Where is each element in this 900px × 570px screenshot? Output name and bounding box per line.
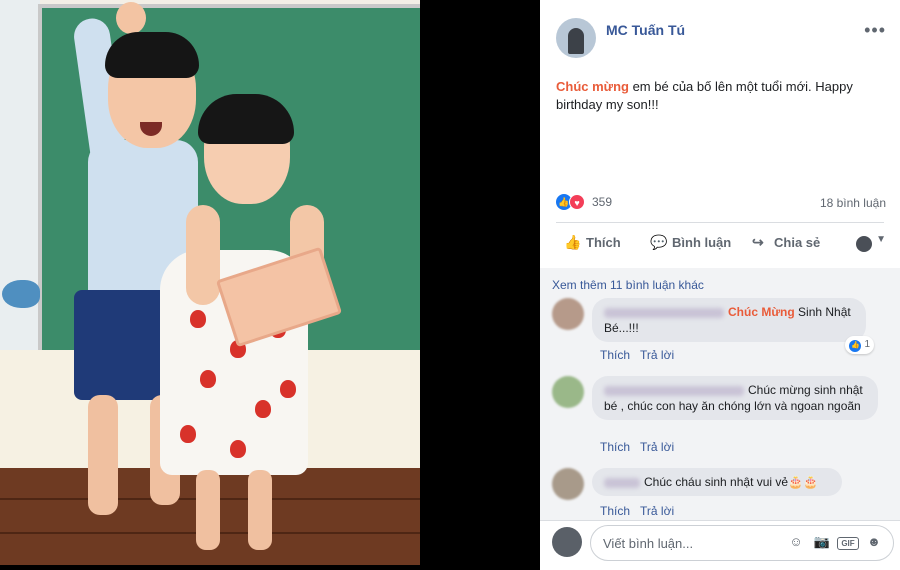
- composer-icons: ☺ 📷 GIF ☻: [781, 534, 885, 550]
- commenter-name-blurred[interactable]: [604, 307, 724, 318]
- like-icon: 👍: [849, 340, 862, 352]
- gif-icon[interactable]: GIF: [837, 537, 859, 550]
- reaction-count[interactable]: 359: [592, 195, 612, 209]
- comment-text: Chúc cháu sinh nhật vui vẻ🎂🎂: [644, 475, 818, 489]
- post-side-panel: MC Tuấn Tú ••• Chúc mừng em bé của bố lê…: [540, 0, 900, 570]
- reaction-summary[interactable]: 👍 ♥ 359 18 bình luận: [556, 193, 886, 213]
- comment-reply-link[interactable]: Trả lời: [640, 440, 674, 454]
- view-more-comments-link[interactable]: Xem thêm 11 bình luận khác: [552, 278, 704, 292]
- whale-decoration: [2, 280, 40, 308]
- comment-count[interactable]: 18 bình luận: [820, 196, 886, 210]
- comment-bubble: Chúc cháu sinh nhật vui vẻ🎂🎂: [592, 468, 842, 496]
- boy-hair: [105, 32, 199, 78]
- girl-arm: [186, 205, 220, 305]
- like-button[interactable]: 👍 Thích: [564, 234, 621, 251]
- comment-placeholder: Viết bình luận...: [603, 536, 694, 551]
- comment-bubble: Chúc mừng sinh nhật bé , chúc con hay ăn…: [592, 376, 878, 420]
- boy-leg: [88, 395, 118, 515]
- comment-input[interactable]: Viết bình luận... ☺ 📷 GIF ☻: [590, 525, 894, 561]
- boy-hand: [116, 2, 146, 34]
- caption-highlight[interactable]: Chúc mừng: [556, 79, 629, 94]
- sticker-icon[interactable]: ☻: [863, 534, 885, 549]
- emoji-icon[interactable]: ☺: [785, 534, 807, 549]
- author-avatar[interactable]: [556, 18, 596, 58]
- commenter-avatar[interactable]: [552, 468, 584, 500]
- camera-icon[interactable]: 📷: [811, 534, 833, 550]
- thumbs-up-icon: 👍: [564, 234, 582, 250]
- comment-highlight[interactable]: Chúc Mừng: [728, 305, 795, 319]
- divider: [556, 222, 884, 223]
- share-as-avatar[interactable]: [856, 236, 872, 252]
- comment-reply-link[interactable]: Trả lời: [640, 348, 674, 362]
- commenter-avatar[interactable]: [552, 376, 584, 408]
- comment-reply-link[interactable]: Trả lời: [640, 504, 674, 518]
- commenter-name-blurred[interactable]: [604, 385, 744, 396]
- post-caption: Chúc mừng em bé của bố lên một tuổi mới.…: [556, 78, 886, 114]
- commenter-avatar[interactable]: [552, 298, 584, 330]
- love-icon: ♥: [569, 194, 585, 210]
- comment-actions: Thích Trả lời: [600, 504, 684, 518]
- chevron-down-icon[interactable]: ▼: [876, 234, 886, 245]
- girl-leg: [248, 470, 272, 550]
- comments-section: Xem thêm 11 bình luận khác Chúc Mừng Sin…: [540, 268, 900, 520]
- comment-actions: Thích Trả lời: [600, 440, 684, 454]
- post-header: MC Tuấn Tú •••: [556, 18, 886, 60]
- speech-bubble-icon: 💬: [650, 234, 668, 250]
- comment-reaction[interactable]: 👍 1: [845, 336, 874, 354]
- comment-like-link[interactable]: Thích: [600, 440, 630, 454]
- author-name[interactable]: MC Tuấn Tú: [606, 22, 685, 38]
- share-button[interactable]: ↪ Chia sẻ: [752, 234, 820, 251]
- girl-leg: [196, 470, 220, 550]
- comment-bubble: Chúc Mừng Sinh Nhật Bé...!!! 👍 1: [592, 298, 874, 354]
- commenter-name-blurred[interactable]: [604, 477, 640, 488]
- viewer-avatar[interactable]: [552, 527, 582, 557]
- post-actions: 👍 Thích 💬 Bình luận ↪ Chia sẻ ▼: [556, 230, 886, 260]
- photo-viewer[interactable]: t: [0, 0, 540, 570]
- comment-like-link[interactable]: Thích: [600, 348, 630, 362]
- share-arrow-icon: ↪: [752, 234, 764, 250]
- comment-button[interactable]: 💬 Bình luận: [650, 234, 731, 251]
- comment-like-link[interactable]: Thích: [600, 504, 630, 518]
- comment-actions: Thích Trả lời: [600, 348, 684, 362]
- post-photo[interactable]: t: [0, 0, 420, 565]
- comment-composer: Viết bình luận... ☺ 📷 GIF ☻: [540, 520, 900, 570]
- more-options-icon[interactable]: •••: [864, 20, 886, 41]
